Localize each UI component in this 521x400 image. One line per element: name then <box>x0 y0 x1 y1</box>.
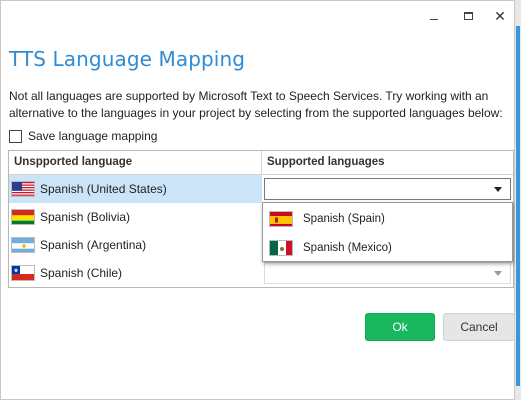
column-header-unsupported[interactable]: Unspported language <box>9 151 262 174</box>
dropdown-option-label: Spanish (Mexico) <box>303 241 392 254</box>
flag-spain-icon <box>269 210 293 227</box>
dropdown-option[interactable]: Spanish (Spain) <box>263 204 512 233</box>
cancel-button[interactable]: Cancel <box>443 313 515 341</box>
minimize-icon <box>430 18 438 20</box>
flag-us-icon <box>11 181 35 197</box>
table-row[interactable]: Spanish (United States) <box>9 175 513 203</box>
maximize-button[interactable] <box>453 5 483 27</box>
chevron-down-icon[interactable] <box>494 271 502 276</box>
flag-argentina-icon <box>11 237 35 253</box>
language-name: Spanish (Bolivia) <box>40 210 131 224</box>
select-box[interactable] <box>264 178 511 200</box>
minimize-button[interactable] <box>419 5 449 27</box>
supported-language-select[interactable] <box>264 262 511 284</box>
dropdown-option[interactable]: Spanish (Mexico) <box>263 233 512 262</box>
close-button[interactable]: ✕ <box>485 5 515 27</box>
ok-button[interactable]: Ok <box>365 313 435 341</box>
select-box[interactable] <box>264 262 511 284</box>
column-header-supported[interactable]: Supported languages <box>262 151 513 174</box>
background-accent-bar <box>516 26 520 386</box>
language-name: Spanish (Chile) <box>40 266 123 280</box>
save-mapping-checkbox[interactable] <box>9 129 22 143</box>
unsupported-language-cell[interactable]: Spanish (Argentina) <box>9 231 262 259</box>
close-icon: ✕ <box>494 7 506 24</box>
background-window-edge <box>515 0 521 400</box>
flag-bolivia-icon <box>11 209 35 225</box>
maximize-icon <box>463 12 473 20</box>
language-name: Spanish (Argentina) <box>40 238 147 252</box>
unsupported-language-cell[interactable]: Spanish (Chile) <box>9 259 262 287</box>
unsupported-language-cell[interactable]: Spanish (Bolivia) <box>9 203 262 231</box>
flag-mexico-icon <box>269 239 293 256</box>
flag-chile-icon <box>11 265 35 281</box>
table-row[interactable]: Spanish (Chile) <box>9 259 513 287</box>
dialog-title: TTS Language Mapping <box>9 47 246 71</box>
save-mapping-row[interactable]: Save language mapping <box>9 129 157 143</box>
chevron-down-icon[interactable] <box>494 187 502 192</box>
language-name: Spanish (United States) <box>40 182 167 196</box>
grid-header: Unspported language Supported languages <box>9 151 513 175</box>
save-mapping-label[interactable]: Save language mapping <box>28 129 157 143</box>
unsupported-language-cell[interactable]: Spanish (United States) <box>9 175 262 203</box>
title-bar: ✕ <box>1 1 514 31</box>
supported-language-dropdown[interactable]: Spanish (Spain) Spanish (Mexico) <box>262 202 513 262</box>
dialog-description: Not all languages are supported by Micro… <box>9 89 503 120</box>
dropdown-option-label: Spanish (Spain) <box>303 212 385 225</box>
tts-language-mapping-window: ✕ TTS Language Mapping Not all languages… <box>0 0 515 400</box>
supported-language-select[interactable] <box>264 178 511 200</box>
